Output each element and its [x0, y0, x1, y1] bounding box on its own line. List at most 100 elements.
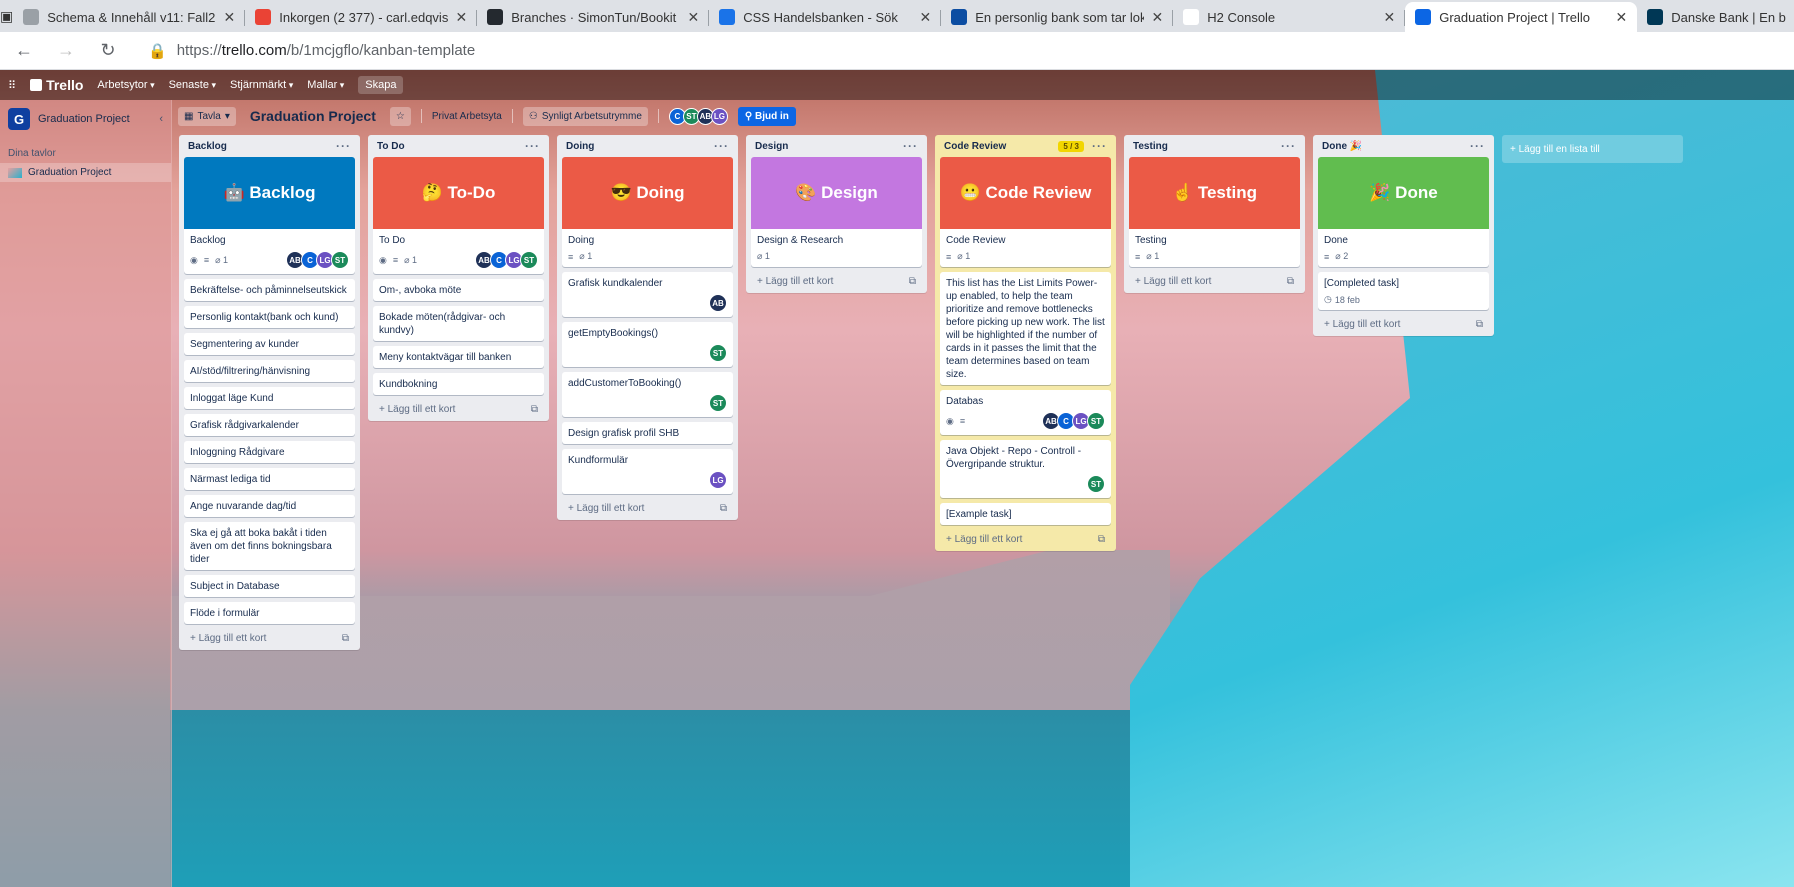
card[interactable]: Närmast lediga tid	[184, 468, 355, 490]
close-icon[interactable]: ✕	[1616, 9, 1628, 26]
list-header[interactable]: Backlog ···	[184, 135, 355, 157]
add-card-button[interactable]: + Lägg till ett kort ⧉	[1129, 272, 1300, 289]
add-card-button[interactable]: + Lägg till ett kort ⧉	[373, 400, 544, 417]
card[interactable]: Ska ej gå att boka bakåt i tiden även om…	[184, 522, 355, 570]
browser-tab[interactable]: H2 Console ✕	[1173, 2, 1406, 32]
card[interactable]: Grafisk rådgivarkalender	[184, 414, 355, 436]
cover-card[interactable]: 🤖 Backlog Backlog ◉ ≡ ⌀ 1 AB C LG ST	[184, 157, 355, 274]
card[interactable]: This list has the List Limits Power-up e…	[940, 272, 1111, 385]
list-header[interactable]: Doing ···	[562, 135, 733, 157]
back-icon[interactable]: ←	[14, 40, 34, 61]
card[interactable]: Segmentering av kunder	[184, 333, 355, 355]
template-icon[interactable]: ⧉	[909, 276, 916, 287]
close-icon[interactable]: ✕	[1384, 9, 1396, 26]
star-icon[interactable]: ☆	[389, 106, 411, 126]
close-icon[interactable]: ✕	[920, 9, 932, 26]
workspace-header[interactable]: G Graduation Project ‹	[0, 100, 171, 138]
url-field[interactable]: 🔒 https://trello.com/b/1mcjgflo/kanban-t…	[148, 42, 475, 60]
list-title[interactable]: Backlog	[188, 141, 227, 152]
forward-icon[interactable]: →	[56, 40, 76, 61]
list-title[interactable]: Doing	[566, 141, 594, 152]
add-card-button[interactable]: + Lägg till ett kort ⧉	[184, 629, 355, 646]
menu-starred[interactable]: Stjärnmärkt	[230, 79, 293, 91]
more-icon[interactable]: ···	[1470, 139, 1485, 153]
card[interactable]: Flöde i formulär	[184, 602, 355, 624]
template-icon[interactable]: ⧉	[720, 503, 727, 514]
more-icon[interactable]: ···	[336, 139, 351, 153]
invite-button[interactable]: ⚲ Bjud in	[737, 106, 796, 126]
member-avatar[interactable]: AB	[709, 294, 727, 312]
tab-search-icon[interactable]: ▣	[0, 0, 13, 32]
more-icon[interactable]: ···	[525, 139, 540, 153]
list-title[interactable]: Code Review	[944, 141, 1006, 152]
add-card-button[interactable]: + Lägg till ett kort ⧉	[751, 272, 922, 289]
member-avatar[interactable]: ST	[709, 394, 727, 412]
card[interactable]: [Example task]	[940, 503, 1111, 525]
card[interactable]: Meny kontaktvägar till banken	[373, 346, 544, 368]
member-avatar[interactable]: ST	[709, 344, 727, 362]
card[interactable]: AI/stöd/filtrering/hänvisning	[184, 360, 355, 382]
list-header[interactable]: To Do ···	[373, 135, 544, 157]
add-card-button[interactable]: + Lägg till ett kort ⧉	[940, 530, 1111, 547]
cover-card[interactable]: 😎 Doing Doing ≡ ⌀ 1	[562, 157, 733, 267]
list-header[interactable]: Code Review 5 / 3 ···	[940, 135, 1111, 157]
add-card-button[interactable]: + Lägg till ett kort ⧉	[562, 499, 733, 516]
card[interactable]: Inloggat läge Kund	[184, 387, 355, 409]
browser-tab[interactable]: CSS Handelsbanken - Sök ✕	[709, 2, 942, 32]
card[interactable]: Ange nuvarande dag/tid	[184, 495, 355, 517]
template-icon[interactable]: ⧉	[1098, 534, 1105, 545]
list-title[interactable]: To Do	[377, 141, 405, 152]
card[interactable]: Databas ◉ ≡ AB C LG ST	[940, 390, 1111, 435]
collapse-sidebar-icon[interactable]: ‹	[159, 113, 163, 125]
visibility-button[interactable]: ⚇ Synligt Arbetsutrymme	[522, 106, 648, 126]
view-switcher[interactable]: ▦ Tavla ▾	[178, 106, 236, 126]
member-avatar[interactable]: ST	[1087, 475, 1105, 493]
board-title[interactable]: Graduation Project	[246, 108, 380, 124]
card[interactable]: Grafisk kundkalender AB	[562, 272, 733, 317]
card[interactable]: Design grafisk profil SHB	[562, 422, 733, 444]
more-icon[interactable]: ···	[903, 139, 918, 153]
template-icon[interactable]: ⧉	[531, 404, 538, 415]
list-title[interactable]: Done 🎉	[1322, 141, 1362, 152]
template-icon[interactable]: ⧉	[342, 633, 349, 644]
list-title[interactable]: Design	[755, 141, 788, 152]
card[interactable]: [Completed task] ◷ 18 feb	[1318, 272, 1489, 310]
close-icon[interactable]: ✕	[1152, 9, 1164, 26]
member-avatar[interactable]: ST	[520, 251, 538, 269]
card[interactable]: Om-, avboka möte	[373, 279, 544, 301]
member-avatar[interactable]: LG	[709, 471, 727, 489]
browser-tab[interactable]: Graduation Project | Trello ✕	[1405, 2, 1638, 32]
list-title[interactable]: Testing	[1133, 141, 1168, 152]
card[interactable]: Kundformulär LG	[562, 449, 733, 494]
card[interactable]: getEmptyBookings() ST	[562, 322, 733, 367]
card[interactable]: Personlig kontakt(bank och kund)	[184, 306, 355, 328]
card[interactable]: Kundbokning	[373, 373, 544, 395]
close-icon[interactable]: ✕	[688, 9, 700, 26]
workspace-visibility[interactable]: Privat Arbetsyta	[432, 111, 502, 122]
member-avatar[interactable]: LG	[710, 107, 728, 125]
template-icon[interactable]: ⧉	[1287, 276, 1294, 287]
card[interactable]: Java Objekt - Repo - Controll - Övergrip…	[940, 440, 1111, 498]
menu-templates[interactable]: Mallar	[307, 79, 344, 91]
reload-icon[interactable]: ↻	[98, 40, 118, 61]
cover-card[interactable]: 🎉 Done Done ≡ ⌀ 2	[1318, 157, 1489, 267]
member-avatar[interactable]: ST	[331, 251, 349, 269]
list-header[interactable]: Testing ···	[1129, 135, 1300, 157]
member-avatar[interactable]: ST	[1087, 412, 1105, 430]
create-button[interactable]: Skapa	[358, 76, 404, 94]
card[interactable]: addCustomerToBooking() ST	[562, 372, 733, 417]
list-header[interactable]: Design ···	[751, 135, 922, 157]
apps-grid-icon[interactable]: ⠿	[8, 79, 16, 92]
menu-workspaces[interactable]: Arbetsytor	[97, 79, 154, 91]
cover-card[interactable]: 🎨 Design Design & Research ⌀ 1	[751, 157, 922, 267]
template-icon[interactable]: ⧉	[1476, 319, 1483, 330]
more-icon[interactable]: ···	[1092, 139, 1107, 153]
browser-tab[interactable]: Schema & Innehåll v11: Fall21 (✕	[13, 2, 246, 32]
card[interactable]: Bekräftelse- och påminnelseutskick	[184, 279, 355, 301]
cover-card[interactable]: 😬 Code Review Code Review ≡ ⌀ 1	[940, 157, 1111, 267]
menu-recent[interactable]: Senaste	[169, 79, 216, 91]
close-icon[interactable]: ✕	[224, 9, 236, 26]
add-card-button[interactable]: + Lägg till ett kort ⧉	[1318, 315, 1489, 332]
list-header[interactable]: Done 🎉 ···	[1318, 135, 1489, 157]
browser-tab[interactable]: Danske Bank | En b	[1637, 2, 1794, 32]
